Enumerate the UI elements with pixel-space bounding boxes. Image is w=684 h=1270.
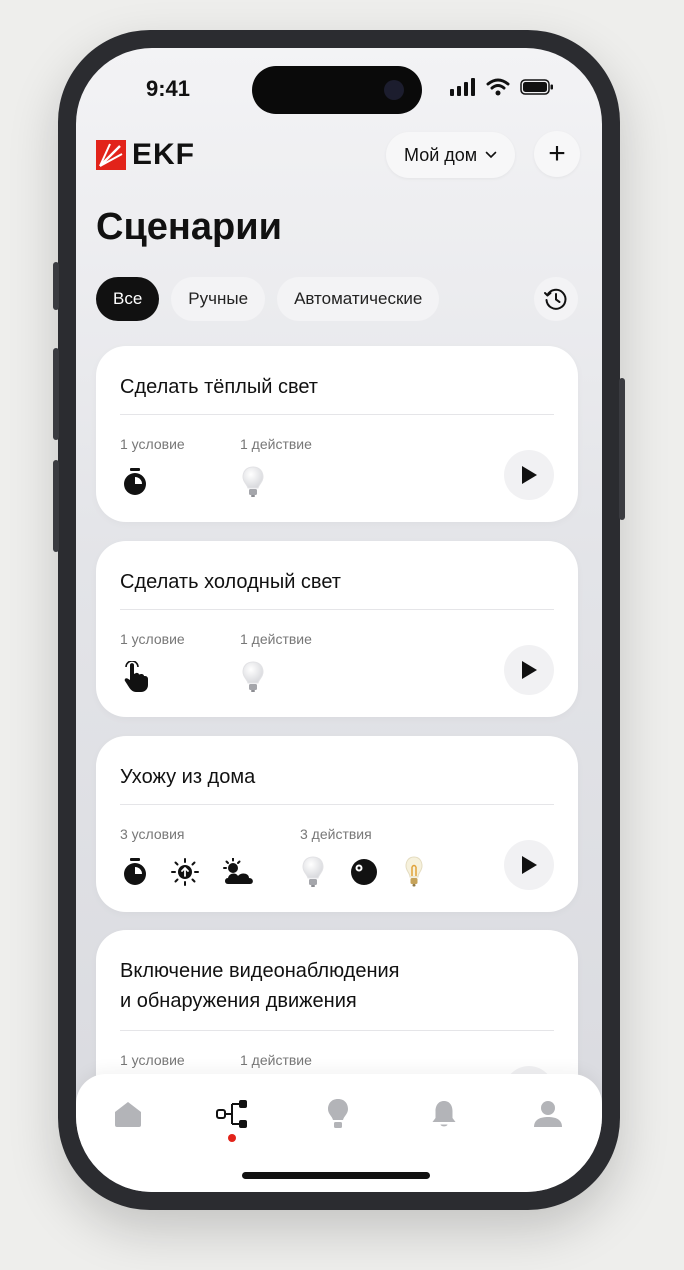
conditions-count: 1 условие [120, 1052, 185, 1068]
app-screen: 9:41 EKF Мой дом + Сценарии Все Ручные А… [76, 48, 602, 1192]
plus-icon: + [548, 137, 566, 170]
page-title: Сценарии [96, 206, 282, 248]
conditions-count: 3 условия [120, 826, 185, 842]
notifications-icon [432, 1101, 456, 1127]
tap-hand-icon [124, 661, 148, 692]
actions-icons [242, 661, 264, 693]
wifi-icon [486, 78, 510, 96]
divider [120, 414, 554, 415]
clock-history-icon [544, 288, 567, 310]
play-icon [522, 466, 537, 484]
profile-icon [534, 1101, 562, 1127]
home-selector-label: Мой дом [404, 144, 478, 165]
filament-bulb-icon [405, 856, 423, 887]
tab-scenarios[interactable] [212, 1094, 252, 1134]
divider [120, 609, 554, 610]
phone-power-button [619, 378, 625, 520]
scenario-name: Включение видеонаблюдения и обнаружения … [120, 956, 400, 1016]
timer-icon [124, 858, 146, 885]
filter-tabs: Все Ручные Автоматические [96, 277, 440, 321]
scenario-name: Ухожу из дома [120, 766, 256, 788]
scenarios-icon [216, 1100, 247, 1128]
filter-automatic[interactable]: Автоматические [277, 277, 440, 321]
actions-count: 1 действие [240, 1052, 312, 1068]
status-icons [450, 78, 554, 96]
actions-count: 1 действие [240, 631, 312, 647]
play-icon [522, 856, 537, 874]
ekf-logo-icon [96, 140, 126, 170]
conditions-icons [122, 661, 150, 693]
actions-count: 1 действие [240, 436, 312, 452]
phone-volume-down [53, 460, 59, 552]
bulb-icon [302, 856, 324, 887]
conditions-icons [122, 858, 256, 886]
phone-volume-up [53, 348, 59, 440]
conditions-count: 1 условие [120, 631, 185, 647]
signal-icon [450, 78, 475, 96]
scenario-name: Сделать тёплый свет [120, 376, 318, 398]
bottom-tab-bar [76, 1074, 602, 1192]
conditions-count: 1 условие [120, 436, 185, 452]
history-button[interactable] [534, 277, 578, 321]
battery-icon [520, 79, 553, 95]
actions-icons [242, 466, 264, 498]
brand-name: EKF [132, 138, 195, 171]
scenario-card[interactable]: Сделать холодный свет 1 условие 1 действ… [96, 541, 578, 717]
tab-notifications[interactable] [424, 1094, 464, 1134]
actions-count: 3 действия [300, 826, 372, 842]
home-indicator [242, 1172, 430, 1179]
phone-side-button [53, 262, 59, 310]
dynamic-island [252, 66, 422, 114]
sunrise-icon [171, 858, 199, 886]
run-scenario-button[interactable] [504, 450, 554, 500]
chevron-down-icon [485, 151, 497, 159]
devices-icon [328, 1099, 348, 1128]
conditions-icons [122, 468, 148, 496]
filter-manual[interactable]: Ручные [171, 277, 266, 321]
active-tab-indicator [228, 1134, 236, 1142]
scenario-name-line2: и обнаружения движения [120, 990, 357, 1012]
status-time: 9:41 [146, 76, 191, 101]
run-scenario-button[interactable] [504, 840, 554, 890]
brand-logo: EKF [96, 138, 195, 172]
divider [120, 1030, 554, 1031]
add-button[interactable]: + [534, 131, 580, 177]
tab-home[interactable] [108, 1094, 148, 1134]
weather-icon [223, 858, 253, 884]
tab-profile[interactable] [528, 1094, 568, 1134]
filter-all[interactable]: Все [96, 277, 160, 321]
play-icon [522, 661, 537, 679]
scenario-card[interactable]: Сделать тёплый свет 1 условие 1 действие [96, 346, 578, 522]
smart-speaker-icon [351, 859, 377, 885]
scenario-name: Сделать холодный свет [120, 571, 341, 593]
tab-devices[interactable] [318, 1094, 358, 1134]
home-selector[interactable]: Мой дом [386, 132, 516, 178]
actions-icons [302, 856, 424, 888]
bulb-icon [242, 466, 264, 497]
home-icon [115, 1102, 141, 1127]
scenario-card[interactable]: Ухожу из дома 3 условия 3 действия [96, 736, 578, 912]
divider [120, 804, 554, 805]
scenario-name-line1: Включение видеонаблюдения [120, 960, 400, 982]
bulb-icon [242, 661, 264, 692]
timer-icon [124, 468, 146, 495]
run-scenario-button[interactable] [504, 645, 554, 695]
